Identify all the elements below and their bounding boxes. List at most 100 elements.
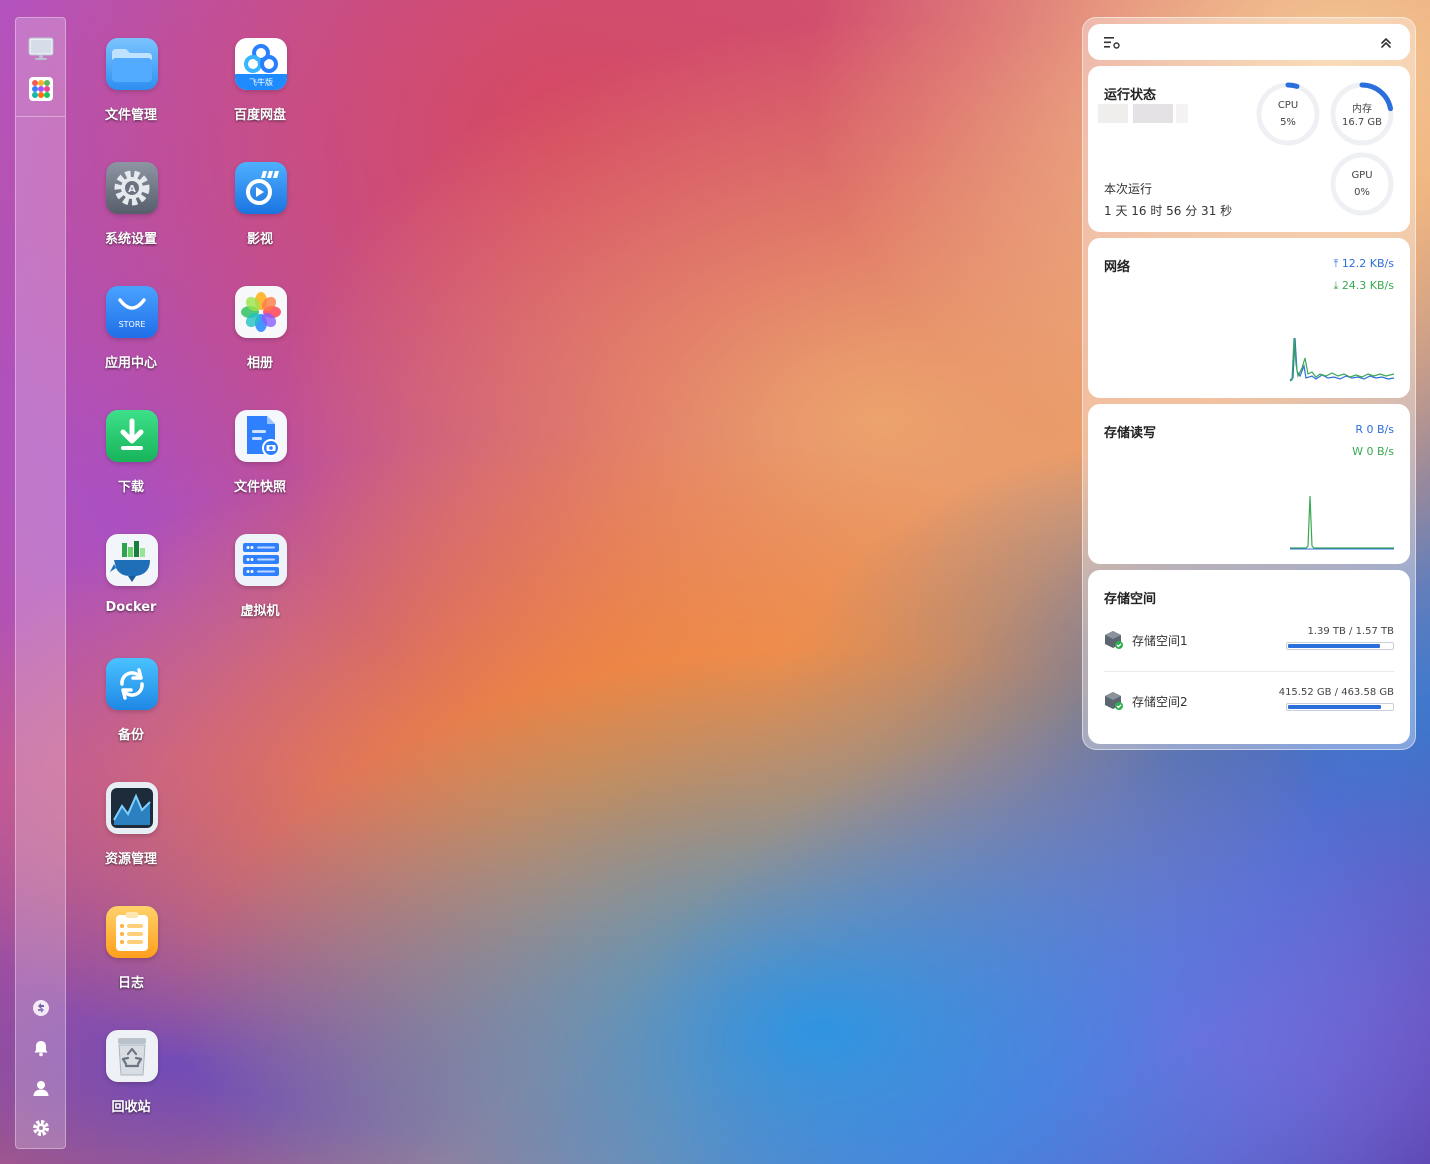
desktop-app-monitor[interactable]: 资源管理 xyxy=(81,782,181,892)
volume-cube-icon xyxy=(1105,631,1123,649)
app-label: 备份 xyxy=(117,728,144,743)
file-snapshot-icon xyxy=(235,410,287,462)
desktop-app-docker[interactable]: Docker xyxy=(81,534,181,644)
resource-monitor-icon xyxy=(106,782,158,834)
collapse-chevron-icon[interactable] xyxy=(1380,35,1392,54)
svg-text:A: A xyxy=(128,184,136,195)
upload-rate: ⤒ 12.2 KB/s xyxy=(1333,257,1394,271)
storage-space-card: 存储空间 存储空间1 1.39 TB / 1.57 TB 存储空间2 415.5… xyxy=(1088,570,1410,744)
store-bag-icon: STORE xyxy=(106,286,158,338)
uptime-label: 本次运行 xyxy=(1104,182,1153,196)
memory-gauge: 内存 16.7 GB xyxy=(1329,81,1395,147)
cpu-gauge-value: 5% xyxy=(1280,117,1296,128)
widget-panel: 运行状态 本次运行 1 天 16 时 56 分 31 秒 CPU 5% 内存 1… xyxy=(1082,17,1416,750)
volume-name: 存储空间1 xyxy=(1132,634,1188,648)
app-launcher-icon[interactable] xyxy=(28,76,54,102)
app-label: 虚拟机 xyxy=(240,604,280,619)
storage-space-title: 存储空间 xyxy=(1104,592,1157,607)
sidebar-divider xyxy=(16,116,65,117)
photos-flower-icon xyxy=(235,286,287,338)
volume-capacity: 1.39 TB / 1.57 TB xyxy=(1307,626,1394,637)
app-label: 相册 xyxy=(246,356,273,371)
memory-gauge-value: 16.7 GB xyxy=(1341,117,1383,128)
download-rate-value: 24.3 KB/s xyxy=(1341,279,1394,292)
app-label: Docker xyxy=(105,600,157,615)
download-rate: ⤓ 24.3 KB/s xyxy=(1333,279,1394,293)
app-label: 文件快照 xyxy=(233,480,286,495)
volume-name: 存储空间2 xyxy=(1132,695,1188,709)
desktop-app-photos[interactable]: 相册 xyxy=(210,286,310,396)
volume-usage-bar xyxy=(1286,642,1394,650)
desktop-app-baidu[interactable]: 飞牛版 百度网盘 xyxy=(210,38,310,148)
desktop-app-files[interactable]: 文件管理 xyxy=(81,38,181,148)
app-label: 日志 xyxy=(117,976,144,991)
desktop-monitor-icon[interactable] xyxy=(28,36,54,62)
gear-icon: A xyxy=(106,162,158,214)
desktop-app-logs[interactable]: 日志 xyxy=(81,906,181,1016)
desktop-app-vm[interactable]: 虚拟机 xyxy=(210,534,310,644)
desktop-app-recycle[interactable]: 回收站 xyxy=(81,1030,181,1140)
server-rack-icon xyxy=(235,534,287,586)
video-play-icon xyxy=(235,162,287,214)
volume-usage-bar xyxy=(1286,703,1394,711)
baidu-badge-text: 飞牛版 xyxy=(249,77,273,87)
storage-io-title: 存储读写 xyxy=(1104,426,1157,441)
desktop-app-store[interactable]: STORE 应用中心 xyxy=(81,286,181,396)
app-label: 下载 xyxy=(117,480,144,495)
app-label: 回收站 xyxy=(111,1100,151,1115)
volume-divider xyxy=(1104,671,1394,672)
memory-gauge-name: 内存 xyxy=(1352,104,1372,115)
status-title: 运行状态 xyxy=(1104,88,1157,103)
folder-icon xyxy=(106,38,158,90)
bell-icon[interactable] xyxy=(28,1035,54,1061)
gpu-gauge-value: 0% xyxy=(1354,187,1370,198)
app-label: 资源管理 xyxy=(104,852,157,867)
hostname-redacted xyxy=(1098,104,1188,123)
upload-arrow-icon: ⤒ xyxy=(1333,257,1339,270)
volume-usage-fill xyxy=(1288,644,1380,648)
widget-settings-icon[interactable] xyxy=(1104,35,1120,54)
network-card: 网络 ⤒ 12.2 KB/s ⤓ 24.3 KB/s xyxy=(1088,238,1410,398)
storage-io-sparkline xyxy=(1290,495,1394,550)
docker-whale-icon xyxy=(106,534,158,586)
sync-icon[interactable] xyxy=(28,995,54,1021)
cpu-gauge-name: CPU xyxy=(1277,100,1299,111)
download-arrow-icon: ⤓ xyxy=(1333,279,1339,292)
store-badge-text: STORE xyxy=(119,320,146,329)
read-rate: R 0 B/s xyxy=(1355,423,1394,436)
download-arrow-icon xyxy=(106,410,158,462)
widget-header xyxy=(1088,24,1410,60)
app-label: 文件管理 xyxy=(104,108,157,123)
network-sparkline xyxy=(1289,337,1395,382)
backup-sync-icon xyxy=(106,658,158,710)
left-dock xyxy=(15,17,66,1149)
uptime-value: 1 天 16 时 56 分 31 秒 xyxy=(1104,204,1233,218)
app-label: 系统设置 xyxy=(104,232,157,247)
desktop-app-video[interactable]: 影视 xyxy=(210,162,310,272)
network-title: 网络 xyxy=(1104,260,1131,275)
volume-capacity: 415.52 GB / 463.58 GB xyxy=(1278,687,1394,698)
write-rate: W 0 B/s xyxy=(1352,445,1394,458)
volume-usage-fill xyxy=(1288,705,1381,709)
settings-gear-icon[interactable] xyxy=(28,1115,54,1141)
recycle-bin-icon xyxy=(106,1030,158,1082)
baidu-netdisk-icon: 飞牛版 xyxy=(235,38,287,90)
desktop-app-settings[interactable]: A 系统设置 xyxy=(81,162,181,272)
gpu-gauge: GPU 0% xyxy=(1329,151,1395,217)
gpu-gauge-name: GPU xyxy=(1351,170,1373,181)
user-icon[interactable] xyxy=(28,1075,54,1101)
storage-volume-2[interactable]: 存储空间2 415.52 GB / 463.58 GB xyxy=(1088,681,1410,739)
status-card: 运行状态 本次运行 1 天 16 时 56 分 31 秒 CPU 5% 内存 1… xyxy=(1088,66,1410,232)
app-label: 百度网盘 xyxy=(233,108,286,123)
desktop-app-snapshot[interactable]: 文件快照 xyxy=(210,410,310,520)
desktop-app-download[interactable]: 下载 xyxy=(81,410,181,520)
storage-volume-1[interactable]: 存储空间1 1.39 TB / 1.57 TB xyxy=(1088,620,1410,678)
volume-cube-icon xyxy=(1105,692,1123,710)
cpu-gauge: CPU 5% xyxy=(1255,81,1321,147)
clipboard-list-icon xyxy=(106,906,158,958)
app-label: 应用中心 xyxy=(104,356,157,371)
upload-rate-value: 12.2 KB/s xyxy=(1341,257,1394,270)
storage-io-card: 存储读写 R 0 B/s W 0 B/s xyxy=(1088,404,1410,564)
desktop-app-backup[interactable]: 备份 xyxy=(81,658,181,768)
app-label: 影视 xyxy=(246,232,273,247)
